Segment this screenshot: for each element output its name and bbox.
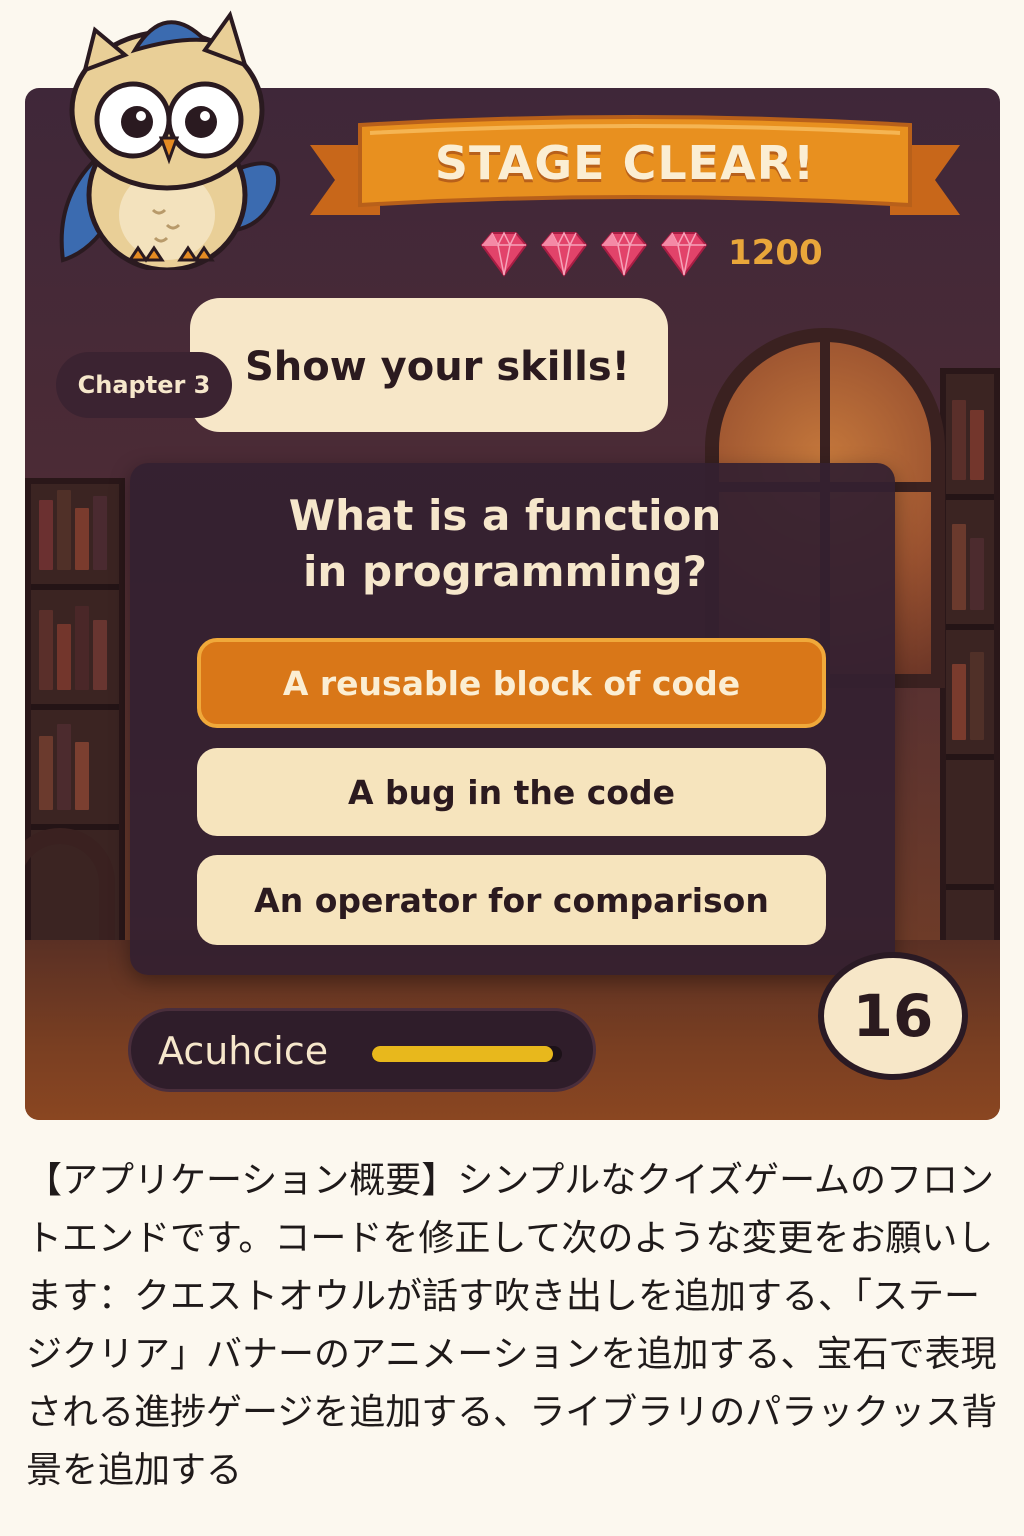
progress-track	[372, 1046, 562, 1062]
answer-option-1[interactable]: A reusable block of code	[197, 638, 826, 728]
answer-option-2[interactable]: A bug in the code	[197, 748, 826, 836]
timer-badge: 16	[818, 952, 968, 1080]
speech-text: Show your skills!	[245, 344, 630, 390]
progress-label: Acuhcice	[158, 1029, 329, 1073]
gem-icon	[540, 231, 588, 277]
app-description: 【アプリケーション概要】シンプルなクイズゲームのフロントエンドです。コードを修正…	[26, 1160, 998, 1491]
gem-icon	[480, 231, 528, 277]
score-counter: 1200	[728, 233, 823, 273]
gem-progress	[478, 226, 710, 280]
gem-icon	[600, 231, 648, 277]
chapter-badge: Chapter 3	[56, 352, 232, 418]
question-line-2: in programming?	[303, 547, 707, 596]
question-text: What is a function in programming?	[180, 488, 830, 600]
stage-clear-title: STAGE CLEAR!	[434, 136, 816, 190]
gem-icon	[660, 231, 708, 277]
progress-fill	[372, 1046, 553, 1062]
answer-option-3[interactable]: An operator for comparison	[197, 855, 826, 945]
owl-mascot-icon	[59, 10, 281, 270]
question-line-1: What is a function	[288, 491, 722, 540]
